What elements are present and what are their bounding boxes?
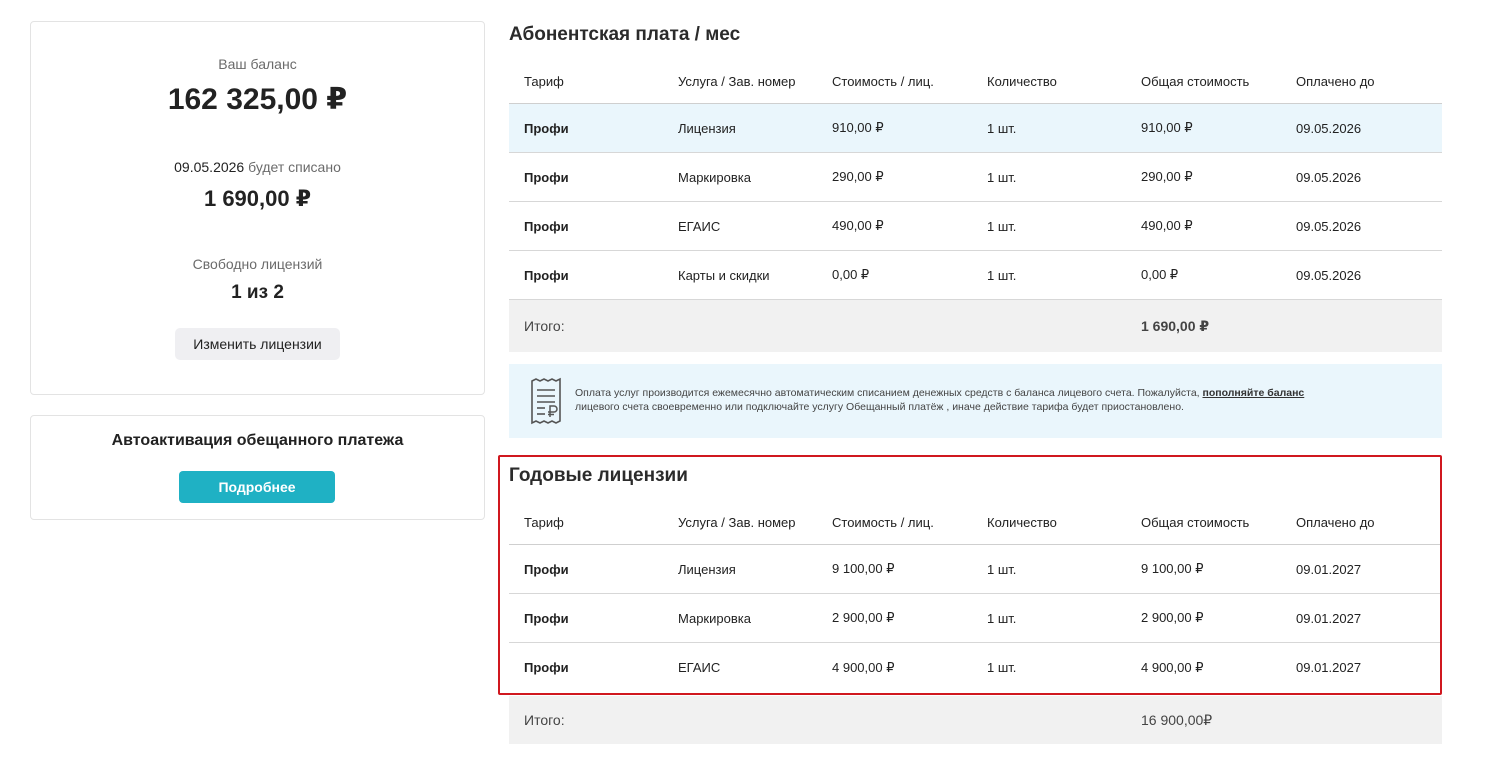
row-tariff: Профи [524,561,569,577]
row-paid-until: 09.01.2027 [1296,660,1362,675]
row-service: ЕГАИС [678,218,721,234]
total-label: Итого: [524,712,565,728]
row-paid-until: 09.05.2026 [1296,218,1362,234]
payment-notice-text: Оплата услуг производится ежемесячно авт… [575,386,1415,414]
monthly-total-row: Итого: 1 690,00 ₽ [509,300,1442,352]
row-paid-until: 09.05.2026 [1296,120,1362,136]
row-service: Маркировка [678,169,751,185]
row-price: 2 900,00 ₽ [832,610,895,625]
header-paid-until: Оплачено до [1296,515,1375,530]
row-total: 290,00 ₽ [1141,169,1193,184]
table-row[interactable]: Профи Лицензия 9 100,00 ₽ 1 шт. 9 100,00… [509,545,1442,594]
balance-card: Ваш баланс 162 325,00 ₽ 09.05.2026 будет… [30,21,485,395]
header-price: Стоимость / лиц. [832,515,934,530]
total-value: 16 900,00₽ [1141,711,1213,728]
row-price: 290,00 ₽ [832,169,884,184]
header-price: Стоимость / лиц. [832,74,934,89]
free-licenses-value: 1 из 2 [231,282,284,303]
row-total: 910,00 ₽ [1141,120,1193,135]
row-price: 9 100,00 ₽ [832,561,895,576]
row-price: 4 900,00 ₽ [832,659,895,675]
row-total: 4 900,00 ₽ [1141,659,1204,675]
annual-section-title: Годовые лицензии [509,465,688,486]
balance-label: Ваш баланс [218,56,297,72]
row-tariff: Профи [524,267,569,283]
header-qty: Количество [987,74,1057,89]
row-service: ЕГАИС [678,660,721,675]
monthly-section-title: Абонентская плата / мес [509,24,741,45]
header-qty: Количество [987,515,1057,530]
charge-info: 09.05.2026 будет списано [31,159,484,175]
row-qty: 1 шт. [987,169,1017,185]
row-service: Лицензия [678,120,736,136]
row-paid-until: 09.01.2027 [1296,561,1362,577]
row-price: 490,00 ₽ [832,218,884,233]
total-label: Итого: [524,318,565,334]
row-paid-until: 09.01.2027 [1296,610,1362,626]
table-row[interactable]: Профи Карты и скидки 0,00 ₽ 1 шт. 0,00 ₽… [509,251,1442,300]
row-qty: 1 шт. [987,561,1017,577]
row-qty: 1 шт. [987,120,1017,136]
balance-amount: 162 325,00 ₽ [167,83,348,116]
row-price: 910,00 ₽ [832,120,884,135]
header-total: Общая стоимость [1141,74,1250,89]
annual-total-row: Итого: 16 900,00₽ [509,696,1442,744]
table-header: Тариф Услуга / Зав. номер Стоимость / ли… [509,60,1442,104]
header-service: Услуга / Зав. номер [678,515,796,530]
annual-table: Тариф Услуга / Зав. номер Стоимость / ли… [509,501,1442,692]
notice-text-part2: лицевого счета своевременно или подключа… [575,401,1184,413]
row-total: 490,00 ₽ [1141,218,1193,233]
header-paid-until: Оплачено до [1296,74,1375,89]
row-tariff: Профи [524,610,569,626]
header-tariff: Тариф [524,74,564,89]
promised-payment-card: Автоактивация обещанного платежа Подробн… [30,415,485,520]
row-paid-until: 09.05.2026 [1296,267,1362,283]
table-row[interactable]: Профи ЕГАИС 490,00 ₽ 1 шт. 490,00 ₽ 09.0… [509,202,1442,251]
row-total: 2 900,00 ₽ [1141,610,1204,625]
payment-notice: Оплата услуг производится ежемесячно авт… [509,364,1442,438]
row-tariff: Профи [524,169,569,185]
header-total: Общая стоимость [1141,515,1250,530]
row-service: Карты и скидки [678,267,770,283]
row-service: Маркировка [678,610,751,626]
charge-label: будет списано [248,159,341,175]
row-qty: 1 шт. [987,660,1017,675]
table-header: Тариф Услуга / Зав. номер Стоимость / ли… [509,501,1442,545]
receipt-ruble-icon [531,377,561,425]
table-row[interactable]: Профи Лицензия 910,00 ₽ 1 шт. 910,00 ₽ 0… [509,104,1442,153]
header-tariff: Тариф [524,515,564,530]
row-qty: 1 шт. [987,267,1017,283]
row-service: Лицензия [678,561,736,577]
table-row[interactable]: Профи Маркировка 290,00 ₽ 1 шт. 290,00 ₽… [509,153,1442,202]
charge-amount: 1 690,00 ₽ [203,186,312,211]
notice-text-part1: Оплата услуг производится ежемесячно авт… [575,387,1200,399]
row-paid-until: 09.05.2026 [1296,169,1362,185]
table-row[interactable]: Профи Маркировка 2 900,00 ₽ 1 шт. 2 900,… [509,594,1442,643]
row-total: 0,00 ₽ [1141,267,1179,282]
row-tariff: Профи [524,120,569,136]
promised-payment-title: Автоактивация обещанного платежа [111,432,404,449]
header-service: Услуга / Зав. номер [678,74,796,89]
charge-date: 09.05.2026 [174,159,245,175]
free-licenses-label: Свободно лицензий [192,256,323,272]
monthly-table: Тариф Услуга / Зав. номер Стоимость / ли… [509,60,1442,300]
top-up-balance-link[interactable]: пополняйте баланс [1203,387,1305,399]
row-qty: 1 шт. [987,218,1017,234]
row-qty: 1 шт. [987,610,1017,626]
row-tariff: Профи [524,218,569,234]
total-value: 1 690,00 ₽ [1141,317,1210,334]
table-row[interactable]: Профи ЕГАИС 4 900,00 ₽ 1 шт. 4 900,00 ₽ … [509,643,1442,692]
details-button[interactable]: Подробнее [179,471,335,503]
row-total: 9 100,00 ₽ [1141,561,1204,576]
change-licenses-button[interactable]: Изменить лицензии [175,328,340,360]
row-tariff: Профи [524,660,569,675]
row-price: 0,00 ₽ [832,267,870,282]
